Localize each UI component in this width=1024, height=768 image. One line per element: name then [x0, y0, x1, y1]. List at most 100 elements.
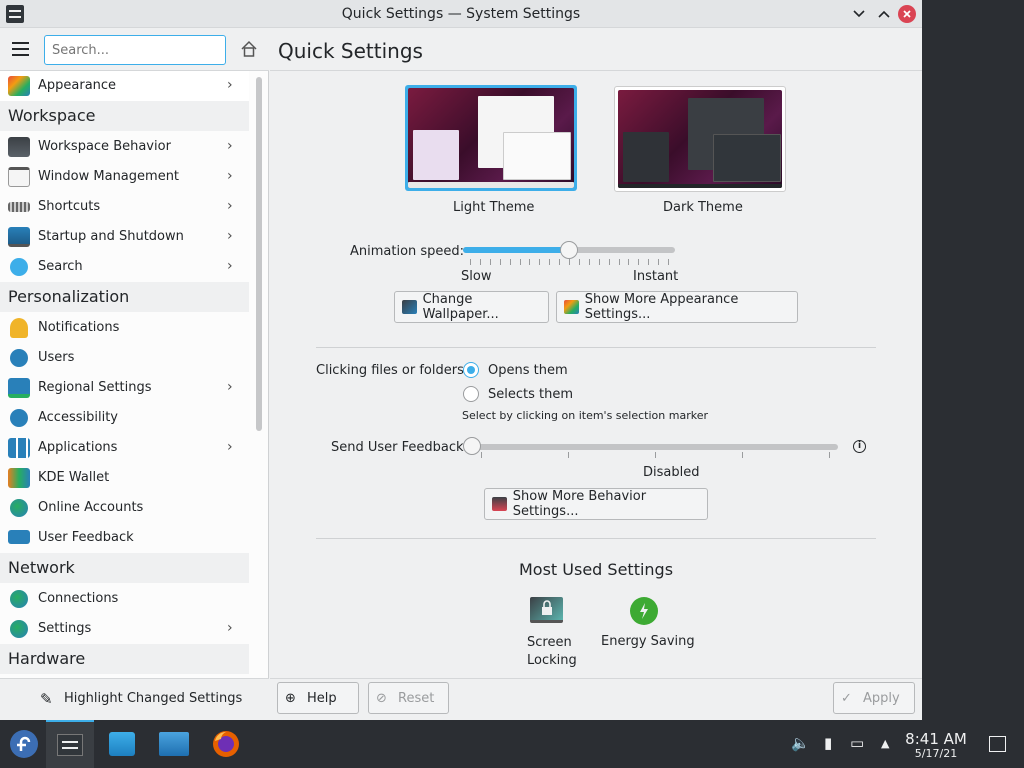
energy-saving-label[interactable]: Energy Saving [601, 634, 695, 649]
opens-them-radio[interactable] [463, 362, 479, 378]
chevron-up-icon [878, 10, 890, 18]
main-panel: Quick Settings Light Theme Dark Theme An… [270, 29, 922, 720]
bell-icon [10, 318, 28, 338]
sidebar-item-notifications[interactable]: Notifications [0, 313, 249, 343]
feedback-icon [8, 530, 30, 544]
task-dolphin[interactable] [150, 720, 198, 768]
slider-tick [658, 259, 660, 265]
dark-theme-card[interactable] [614, 86, 786, 192]
slider-tick [509, 259, 511, 265]
info-icon[interactable]: i [853, 440, 866, 453]
volume-icon[interactable]: 🔈 [791, 734, 810, 752]
selects-them-radio[interactable] [463, 386, 479, 402]
sidebar-item-online-accounts[interactable]: Online Accounts [0, 493, 249, 523]
task-discover[interactable] [98, 720, 146, 768]
apply-button[interactable]: ✓ Apply [833, 682, 915, 714]
help-button[interactable]: ⊕ Help [277, 682, 359, 714]
globe-icon [10, 620, 28, 638]
more-behavior-settings-button[interactable]: Show More Behavior Settings... [484, 488, 708, 520]
sidebar-list: Appearance › Workspace Workspace Behavio… [0, 71, 249, 678]
user-feedback-slider[interactable] [472, 444, 838, 450]
title-bar[interactable]: Quick Settings — System Settings [0, 0, 922, 28]
discover-icon [109, 732, 135, 756]
minimize-button[interactable] [850, 5, 868, 23]
users-icon [10, 349, 28, 367]
task-firefox[interactable] [202, 720, 250, 768]
close-icon [903, 10, 911, 18]
usb-device-icon[interactable]: ▮ [824, 734, 832, 752]
light-theme-label: Light Theme [453, 200, 535, 215]
selects-them-label[interactable]: Selects them [488, 387, 573, 402]
highlight-changed-settings-button[interactable]: Highlight Changed Settings [64, 691, 242, 706]
maximize-button[interactable] [875, 5, 893, 23]
sidebar-item-user-feedback[interactable]: User Feedback [0, 523, 249, 553]
chevron-right-icon: › [227, 77, 233, 93]
tray-expand-icon[interactable]: ▲ [881, 737, 889, 750]
animation-instant-label: Instant [633, 269, 679, 284]
sidebar-item-accessibility[interactable]: Accessibility [0, 403, 249, 433]
slider-tick [638, 259, 640, 265]
slider-tick [470, 259, 471, 265]
home-icon[interactable] [239, 40, 259, 60]
window-management-icon [8, 167, 30, 187]
slider-tick [829, 452, 830, 458]
sidebar-footer: ✎ Highlight Changed Settings [0, 678, 269, 720]
selection-hint: Select by clicking on item's selection m… [462, 409, 708, 422]
sidebar-item-window-management[interactable]: Window Management › [0, 162, 249, 192]
sidebar-category-workspace: Workspace [0, 101, 249, 131]
search-icon [10, 258, 28, 276]
slider-tick [481, 452, 482, 458]
show-desktop-icon[interactable] [989, 736, 1006, 752]
sidebar-item-network-settings[interactable]: Settings › [0, 614, 249, 644]
send-user-feedback-label: Send User Feedback: [331, 440, 468, 455]
sidebar-item-appearance[interactable]: Appearance › [0, 71, 249, 101]
regional-icon [8, 378, 30, 398]
chevron-right-icon: › [227, 138, 233, 154]
animation-speed-handle[interactable] [560, 241, 578, 259]
hamburger-menu-icon[interactable] [12, 42, 30, 56]
sidebar-item-workspace-behavior[interactable]: Workspace Behavior › [0, 132, 249, 162]
close-button[interactable] [898, 5, 916, 23]
sidebar: Appearance › Workspace Workspace Behavio… [0, 29, 269, 720]
sidebar-item-label: Appearance [38, 78, 117, 93]
sidebar-category-personalization: Personalization [0, 282, 249, 312]
task-system-settings[interactable] [46, 720, 94, 768]
feedback-disabled-label: Disabled [643, 465, 700, 480]
clock-time[interactable]: 8:41 AM [896, 730, 976, 748]
sidebar-item-users[interactable]: Users [0, 343, 249, 373]
checkmark-icon: ✓ [841, 691, 852, 706]
folder-icon [159, 732, 189, 756]
energy-saving-icon[interactable] [630, 597, 658, 625]
app-launcher-button[interactable] [0, 720, 48, 768]
screen-locking-label[interactable]: Screen Locking [527, 634, 577, 670]
screen-locking-icon[interactable] [530, 597, 563, 623]
window-title: Quick Settings — System Settings [341, 6, 581, 22]
chevron-right-icon: › [227, 198, 233, 214]
chevron-right-icon: › [227, 379, 233, 395]
change-wallpaper-button[interactable]: Change Wallpaper... [394, 291, 549, 323]
reset-button[interactable]: ⊘ Reset [368, 682, 449, 714]
more-appearance-settings-button[interactable]: Show More Appearance Settings... [556, 291, 798, 323]
sidebar-item-connections[interactable]: Connections [0, 584, 249, 614]
globe-icon [10, 499, 28, 517]
clock-date[interactable]: 5/17/21 [896, 747, 976, 760]
sidebar-item-applications[interactable]: Applications › [0, 433, 249, 463]
header-divider [270, 70, 922, 71]
sidebar-item-regional-settings[interactable]: Regional Settings › [0, 373, 249, 403]
sidebar-item-kde-wallet[interactable]: KDE Wallet [0, 463, 249, 493]
opens-them-label[interactable]: Opens them [488, 363, 568, 378]
network-icon[interactable]: ▭ [850, 734, 864, 752]
slider-tick [479, 259, 481, 265]
sidebar-item-startup-shutdown[interactable]: Startup and Shutdown › [0, 222, 249, 252]
user-feedback-handle[interactable] [463, 437, 481, 455]
slider-tick [539, 259, 541, 265]
animation-slow-label: Slow [461, 269, 492, 284]
light-theme-card[interactable] [405, 85, 577, 191]
sidebar-toolbar [0, 29, 269, 71]
sidebar-item-shortcuts[interactable]: Shortcuts › [0, 192, 249, 222]
search-input[interactable] [44, 35, 226, 65]
sidebar-item-search[interactable]: Search › [0, 252, 249, 282]
system-settings-task-icon [57, 734, 83, 756]
sidebar-scrollbar[interactable] [256, 77, 262, 431]
slider-tick [608, 259, 610, 265]
